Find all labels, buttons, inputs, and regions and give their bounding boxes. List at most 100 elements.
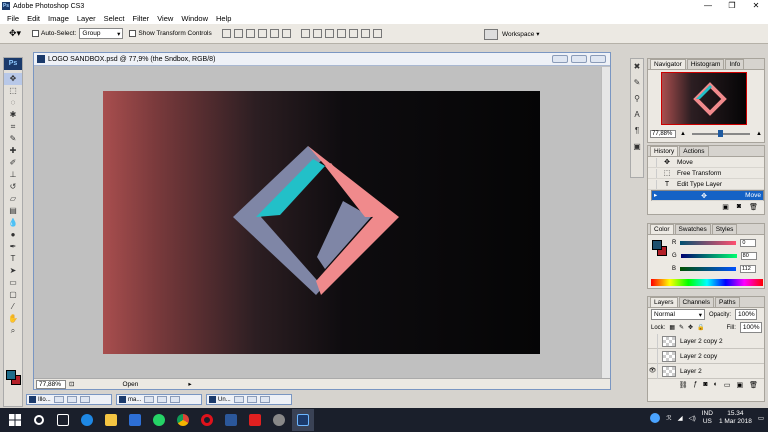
foreground-color-swatch[interactable] — [652, 240, 662, 250]
navigator-zoom-field[interactable]: 77,88% — [650, 129, 676, 138]
doc-close-button[interactable] — [170, 396, 181, 403]
tab-color[interactable]: Color — [650, 224, 674, 234]
type-tool-icon[interactable]: T — [4, 253, 22, 265]
align-bottom-icon[interactable] — [245, 29, 255, 38]
help-icon[interactable] — [650, 413, 661, 423]
tab-styles[interactable]: Styles — [711, 224, 738, 234]
blue-value-field[interactable]: 112 — [740, 264, 757, 273]
canvas-area[interactable] — [34, 67, 610, 379]
notifications-icon[interactable]: ▭ — [758, 414, 764, 422]
slice-tool-icon[interactable]: ✎ — [4, 133, 22, 145]
new-layer-icon[interactable]: ▣ — [736, 381, 743, 389]
zoom-slider-knob[interactable] — [718, 129, 724, 137]
doc-maximize-button[interactable] — [246, 396, 257, 403]
eye-icon[interactable]: 👁 — [648, 363, 658, 379]
distribute-top-icon[interactable] — [300, 29, 310, 38]
menu-select[interactable]: Select — [100, 14, 129, 23]
doc-restore-button[interactable] — [233, 396, 244, 403]
doc-restore-button[interactable] — [53, 396, 64, 403]
adjustment-layer-icon[interactable]: ◐ — [714, 381, 718, 389]
clone-stamp-tool-icon[interactable]: ⊥ — [4, 169, 22, 181]
network-icon[interactable]: ◢ — [678, 414, 683, 422]
path-selection-tool-icon[interactable]: ➤ — [4, 265, 22, 277]
menu-layer[interactable]: Layer — [73, 14, 100, 23]
history-snapshot-checkbox[interactable] — [648, 157, 657, 167]
hand-tool-icon[interactable]: ✋ — [4, 313, 22, 325]
auto-select-checkbox[interactable] — [32, 30, 39, 37]
navigator-zoom-slider[interactable] — [691, 129, 751, 137]
doc-close-button[interactable] — [259, 396, 270, 403]
eraser-tool-icon[interactable]: ▱ — [4, 193, 22, 205]
blur-tool-icon[interactable]: 💧 — [4, 217, 22, 229]
doc-minimize-button[interactable] — [552, 55, 568, 63]
gradient-tool-icon[interactable]: ▤ — [4, 205, 22, 217]
search-icon[interactable] — [28, 409, 50, 431]
tab-paths[interactable]: Paths — [714, 297, 740, 307]
history-brush-source-icon[interactable]: ▸ — [654, 191, 663, 200]
tab-history[interactable]: History — [650, 146, 679, 156]
word-icon[interactable] — [220, 409, 242, 431]
artboard[interactable] — [103, 91, 540, 354]
layer-row[interactable]: Layer 2 copy — [648, 348, 764, 364]
history-snapshot-checkbox[interactable] — [648, 179, 657, 189]
layer-mask-icon[interactable]: ◙ — [703, 381, 707, 389]
history-item[interactable]: T Edit Type Layer — [648, 179, 764, 190]
lock-transparency-icon[interactable]: ▦ — [669, 324, 675, 331]
logo-artwork[interactable] — [103, 91, 540, 354]
shape-tool-icon[interactable]: ▭ — [4, 277, 22, 289]
minimize-button[interactable]: — — [696, 0, 720, 12]
eyedropper-tool-icon[interactable]: ⁄ — [4, 301, 22, 313]
menu-window[interactable]: Window — [177, 14, 212, 23]
auto-select-dropdown[interactable]: Group ▾ — [79, 28, 124, 39]
zoom-tool-icon[interactable]: ⌕ — [4, 325, 22, 337]
opera-icon[interactable] — [196, 409, 218, 431]
inkscape-icon[interactable] — [268, 409, 290, 431]
history-item[interactable]: ⬚ Free Transform — [648, 168, 764, 179]
marquee-tool-icon[interactable]: ⬚ — [4, 85, 22, 97]
layer-row[interactable]: 👁 Layer 2 — [648, 363, 764, 379]
show-transform-option[interactable]: Show Transform Controls — [129, 30, 212, 37]
distribute-left-icon[interactable] — [336, 29, 346, 38]
chrome-icon[interactable] — [172, 409, 194, 431]
tab-swatches[interactable]: Swatches — [674, 224, 711, 234]
fill-field[interactable]: 100% — [739, 322, 762, 333]
menu-view[interactable]: View — [153, 14, 177, 23]
auto-align-icon[interactable] — [372, 29, 382, 38]
tab-info[interactable]: Info — [725, 59, 745, 69]
history-item-selected[interactable]: ▸ ✥ Move — [651, 190, 764, 201]
history-brush-tool-icon[interactable]: ↺ — [4, 181, 22, 193]
doc-close-button[interactable] — [79, 396, 90, 403]
brush-tool-icon[interactable]: ✐ — [4, 157, 22, 169]
align-top-icon[interactable] — [221, 29, 231, 38]
link-layers-icon[interactable]: ⛓ — [679, 381, 688, 389]
tab-channels[interactable]: Channels — [678, 297, 714, 307]
people-icon[interactable]: ℛ — [666, 414, 671, 422]
color-spectrum-ramp[interactable] — [651, 279, 763, 286]
character-icon[interactable]: A — [631, 107, 643, 123]
dodge-tool-icon[interactable]: ● — [4, 229, 22, 241]
crop-tool-icon[interactable]: ⌗ — [4, 121, 22, 133]
layer-style-icon[interactable]: ƒ — [693, 381, 697, 389]
paragraph-icon[interactable]: ¶ — [631, 123, 643, 139]
layer-visibility-toggle[interactable] — [648, 333, 658, 349]
tab-navigator[interactable]: Navigator — [650, 59, 686, 69]
zoom-in-icon[interactable]: ▲ — [756, 131, 762, 137]
tool-presets-icon[interactable]: ✖ — [631, 59, 643, 75]
green-value-field[interactable]: 80 — [740, 251, 757, 260]
vertical-scrollbar[interactable] — [601, 67, 610, 379]
auto-select-option[interactable]: Auto-Select: Group ▾ — [32, 28, 124, 39]
clone-source-icon[interactable]: ⚲ — [631, 91, 643, 107]
move-tool-icon[interactable]: ✥ — [4, 73, 22, 85]
new-snapshot-icon[interactable]: ◙ — [737, 203, 741, 211]
distribute-hcenter-icon[interactable] — [348, 29, 358, 38]
blue-slider[interactable] — [680, 266, 737, 271]
foreground-color-swatch[interactable] — [6, 370, 16, 380]
close-button[interactable]: ✕ — [744, 0, 768, 12]
lasso-tool-icon[interactable]: ◌ — [4, 97, 22, 109]
workspace-button[interactable]: Workspace ▾ — [484, 27, 539, 41]
zoom-out-icon[interactable]: ▲ — [680, 131, 686, 137]
green-slider[interactable] — [680, 253, 737, 258]
acrobat-icon[interactable] — [244, 409, 266, 431]
tab-actions[interactable]: Actions — [679, 146, 709, 156]
doc-close-button[interactable] — [590, 55, 606, 63]
